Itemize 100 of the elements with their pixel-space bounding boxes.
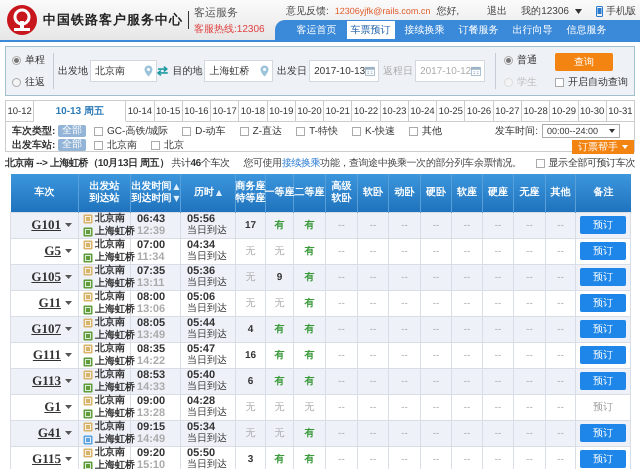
filter-label: 车次类型: bbox=[12, 124, 56, 138]
seat-availability: 有 bbox=[304, 428, 314, 439]
date-tab[interactable]: 10-25 bbox=[437, 100, 466, 122]
seat-availability: -- bbox=[526, 220, 533, 230]
nav-tab[interactable]: 订餐服务 bbox=[454, 21, 503, 39]
trip-type-radio[interactable]: 单程 bbox=[12, 53, 45, 67]
date-tab[interactable]: 10-21 bbox=[324, 100, 352, 122]
arrival-day-note: 当日到达 bbox=[187, 459, 227, 469]
transfer-link[interactable]: 接续换乘 bbox=[282, 158, 320, 169]
filter-checkbox[interactable]: D-动车 bbox=[182, 124, 226, 138]
book-button[interactable]: 预订 bbox=[580, 424, 626, 442]
seat-availability: -- bbox=[370, 220, 376, 230]
book-button[interactable]: 预订 bbox=[580, 294, 626, 312]
seat-availability: -- bbox=[432, 246, 440, 256]
auto-query-checkbox[interactable]: 开启自动查询 bbox=[555, 75, 628, 89]
book-button[interactable]: 预订 bbox=[580, 242, 626, 260]
date-tab[interactable]: 10-14 bbox=[126, 100, 155, 122]
location-pin-icon bbox=[144, 65, 153, 77]
departure-time: 09:20 bbox=[137, 447, 166, 459]
seat-availability: -- bbox=[432, 324, 440, 334]
seat-availability: 3 bbox=[248, 454, 254, 464]
seat-availability: -- bbox=[338, 428, 345, 438]
nav-tab[interactable]: 客运首页 bbox=[292, 21, 341, 39]
book-button[interactable]: 预订 bbox=[580, 268, 626, 286]
book-button[interactable]: 预订 bbox=[580, 372, 626, 390]
date-tab[interactable]: 10-17 bbox=[211, 100, 240, 122]
show-all-checkbox[interactable]: 显示全部可预订车次 bbox=[536, 156, 635, 170]
passenger-type-radio[interactable]: 普通 bbox=[504, 53, 550, 67]
sort-arrow[interactable]: ▼ bbox=[173, 192, 180, 205]
date-tab[interactable]: 10-12 bbox=[6, 100, 34, 122]
filter-checkbox[interactable]: 北京 bbox=[151, 138, 184, 152]
trip-type-radio[interactable]: 往返 bbox=[12, 75, 45, 89]
book-button[interactable]: 预订 bbox=[580, 346, 626, 364]
seat-availability: -- bbox=[464, 454, 470, 464]
date-tab[interactable]: 10-30 bbox=[578, 100, 607, 122]
site-title: 中国铁路客户服务中心 bbox=[43, 12, 183, 29]
date-tab[interactable]: 10-13 周五 bbox=[34, 100, 126, 122]
duration-text: 04:34 bbox=[187, 239, 216, 251]
date-tab[interactable]: 10-15 bbox=[154, 100, 183, 122]
date-tab[interactable]: 10-19 bbox=[268, 100, 296, 122]
seat-availability: 17 bbox=[244, 220, 256, 230]
arrival-time: 13:06 bbox=[137, 303, 166, 315]
mobile-link[interactable]: 手机版 bbox=[606, 4, 636, 18]
nav-tab[interactable]: 出行向导 bbox=[508, 21, 557, 39]
arrival-station-name: 上海虹桥 bbox=[95, 382, 135, 394]
seat-availability: -- bbox=[432, 298, 440, 308]
filter-checkbox[interactable]: 北京南 bbox=[94, 138, 137, 152]
filter-checkbox[interactable]: GC-高铁/城际 bbox=[94, 124, 168, 138]
date-tab[interactable]: 10-31 bbox=[606, 100, 636, 122]
date-tab[interactable]: 10-22 bbox=[352, 100, 381, 122]
date-tab[interactable]: 10-20 bbox=[296, 100, 324, 122]
date-tab[interactable]: 10-24 bbox=[408, 100, 438, 122]
arrival-station-field[interactable]: 上海虹桥 bbox=[204, 60, 274, 82]
arrival-time: 11:34 bbox=[137, 251, 165, 263]
nav-tab[interactable]: 车票预订 bbox=[346, 21, 395, 39]
nav-tab[interactable]: 信息服务 bbox=[562, 21, 611, 39]
seat-availability: -- bbox=[464, 246, 470, 256]
nav-tab[interactable]: 接续换乘 bbox=[400, 21, 449, 39]
arrival-time: 14:33 bbox=[137, 381, 166, 393]
date-tab[interactable]: 10-27 bbox=[494, 100, 522, 122]
train-number-link[interactable]: G5 bbox=[44, 243, 61, 259]
date-tab[interactable]: 10-16 bbox=[182, 100, 212, 122]
departure-time-select[interactable]: 00:00--24:00 bbox=[542, 124, 620, 138]
date-tab[interactable]: 10-23 bbox=[380, 100, 409, 122]
duration-text: 04:28 bbox=[187, 395, 216, 407]
book-button[interactable]: 预订 bbox=[580, 320, 626, 338]
seat-availability: -- bbox=[494, 246, 502, 256]
departure-time: 09:00 bbox=[137, 395, 166, 407]
seat-availability: -- bbox=[464, 376, 470, 386]
date-tab[interactable]: 10-28 bbox=[522, 100, 550, 122]
book-button[interactable]: 预订 bbox=[580, 216, 626, 234]
departure-time: 08:53 bbox=[137, 369, 166, 381]
arrival-day-note: 当日到达 bbox=[187, 303, 227, 315]
seat-availability: -- bbox=[432, 350, 440, 360]
seat-availability: -- bbox=[526, 454, 533, 464]
filter-checkbox[interactable]: T-特快 bbox=[296, 124, 338, 138]
date-tab[interactable]: 10-18 bbox=[239, 100, 268, 122]
seat-availability: 有 bbox=[304, 324, 314, 335]
seat-availability: 16 bbox=[244, 350, 256, 360]
arrival-station-name: 上海虹桥 bbox=[95, 434, 135, 446]
seat-availability: -- bbox=[557, 428, 564, 438]
date-tab[interactable]: 10-29 bbox=[550, 100, 579, 122]
my-account-menu[interactable]: 我的12306 bbox=[521, 4, 569, 18]
column-header: 其他 bbox=[546, 174, 576, 212]
date-tab[interactable]: 10-26 bbox=[465, 100, 494, 122]
seat-availability: -- bbox=[494, 454, 502, 464]
departure-station-field[interactable]: 北京南 bbox=[90, 60, 157, 82]
seat-availability: 有 bbox=[304, 376, 314, 387]
seat-availability: -- bbox=[464, 350, 470, 360]
departure-date-field[interactable]: 2017-10-13 bbox=[309, 60, 380, 82]
filter-checkbox[interactable]: 其他 bbox=[409, 124, 442, 138]
seat-availability: -- bbox=[494, 428, 502, 438]
book-button[interactable]: 预订 bbox=[580, 450, 626, 468]
logout-link[interactable]: 退出 bbox=[487, 4, 508, 18]
filter-checkbox[interactable]: K-快速 bbox=[352, 124, 396, 138]
filter-checkbox[interactable]: Z-直达 bbox=[240, 124, 282, 138]
train-number-link[interactable]: G1 bbox=[44, 399, 61, 415]
seat-availability: -- bbox=[370, 454, 376, 464]
departure-time: 07:35 bbox=[137, 265, 166, 277]
seat-availability: -- bbox=[338, 350, 345, 360]
